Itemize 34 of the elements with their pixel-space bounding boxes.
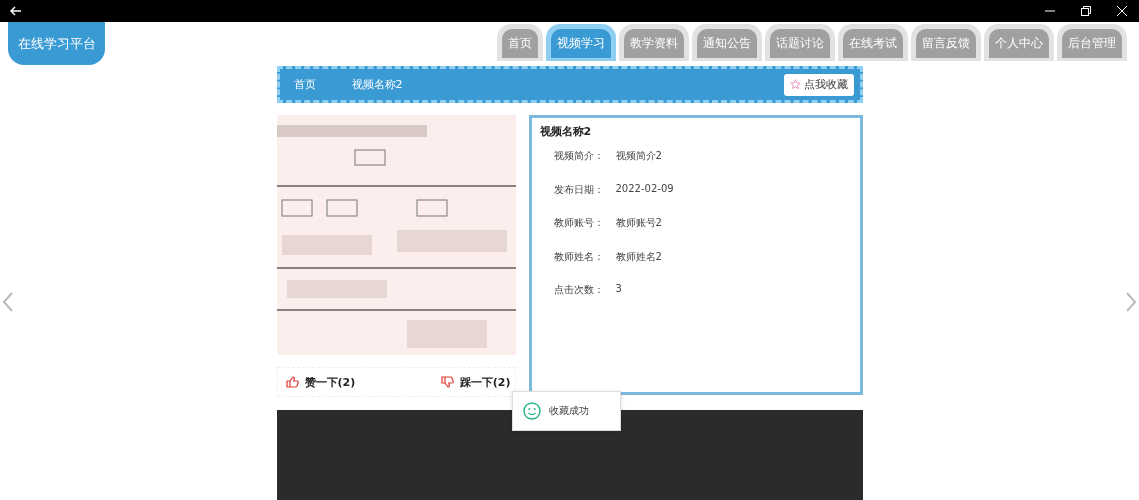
restore-icon[interactable] (1081, 6, 1091, 16)
field-value: 3 (615, 283, 622, 296)
video-title: 视频名称2 (539, 124, 593, 139)
nav-tab[interactable]: 教学资料 (624, 29, 684, 58)
field-value: 教师账号2 (615, 216, 662, 230)
field-label: 发布日期： (552, 182, 605, 197)
nav-tab[interactable]: 视频学习 (551, 29, 611, 58)
nav-tab[interactable]: 个人中心 (989, 29, 1049, 58)
back-icon[interactable] (10, 6, 22, 16)
thumbs-up-icon (285, 376, 299, 388)
breadcrumb-link[interactable]: 视频名称2 (351, 77, 403, 92)
nav-tab[interactable]: 在线考试 (843, 29, 903, 58)
vote-button[interactable]: 赞一下(2) (285, 374, 356, 390)
star-icon (789, 79, 801, 90)
field-value: 视频简介2 (615, 149, 662, 163)
vote-button[interactable]: 踩一下(2) (440, 374, 511, 390)
field-value: 2022-02-09 (615, 182, 674, 196)
nav-tab[interactable]: 后台管理 (1062, 29, 1122, 58)
field-label: 教师账号： (552, 216, 605, 230)
toast-text: 收藏成功 (549, 404, 589, 418)
site-logo[interactable]: 在线学习平台 (8, 22, 105, 65)
field-value: 教师姓名2 (615, 249, 662, 264)
smiley-icon (523, 402, 541, 420)
field-label: 视频简介： (552, 149, 605, 163)
close-icon[interactable] (1117, 6, 1127, 16)
favorite-button[interactable]: 点我收藏 (783, 73, 854, 96)
nav-tab[interactable]: 留言反馈 (916, 29, 976, 58)
breadcrumb-link[interactable]: 首页 (293, 77, 316, 92)
thumbs-down-icon (440, 376, 454, 388)
field-label: 教师姓名： (552, 249, 605, 264)
nav-tab[interactable]: 通知公告 (697, 29, 757, 58)
nav-tab[interactable]: 话题讨论 (770, 29, 830, 58)
field-label: 点击次数： (552, 283, 605, 297)
nav-tab[interactable]: 首页 (502, 29, 538, 58)
